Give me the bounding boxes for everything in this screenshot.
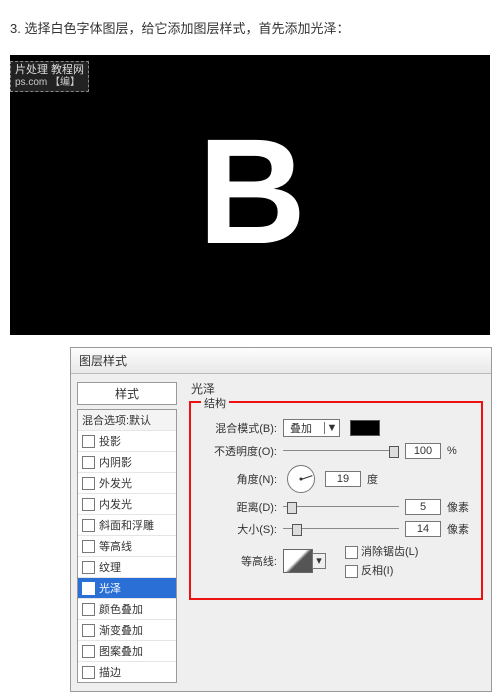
style-label: 内阴影 [99,454,132,470]
distance-row: 距离(D): 5 像素 [201,499,471,515]
angle-dial[interactable] [287,465,315,493]
style-item-color-overlay[interactable]: 颜色叠加 [78,599,176,620]
chevron-down-icon: ▾ [312,553,326,569]
style-item-gradient-overlay[interactable]: 渐变叠加 [78,620,176,641]
watermark-line1: 片处理 教程网 [15,64,84,77]
preview-letter: B [198,105,302,278]
styles-column: 样式 混合选项:默认 投影 内阴影 外发光 内发光 斜面和浮雕 等高线 纹理 光… [71,374,183,691]
blend-mode-row: 混合模式(B): 叠加 ▼ [201,419,471,437]
opacity-label: 不透明度(O): [201,443,277,459]
size-unit: 像素 [447,521,471,537]
style-item-texture[interactable]: 纹理 [78,557,176,578]
preview-canvas: 片处理 教程网 ps.com 【编】 B [10,55,490,335]
style-item-outer-glow[interactable]: 外发光 [78,473,176,494]
checkbox[interactable] [82,582,95,595]
distance-value[interactable]: 5 [405,499,441,515]
style-label: 颜色叠加 [99,601,143,617]
structure-label: 结构 [201,395,229,411]
style-label: 纹理 [99,559,121,575]
dialog-title: 图层样式 [71,348,491,374]
style-label: 描边 [99,664,121,680]
layer-style-dialog: 图层样式 样式 混合选项:默认 投影 内阴影 外发光 内发光 斜面和浮雕 等高线… [70,347,492,692]
style-label: 渐变叠加 [99,622,143,638]
checkbox[interactable] [82,435,95,448]
style-label: 内发光 [99,496,132,512]
style-item-bevel-emboss[interactable]: 斜面和浮雕 [78,515,176,536]
styles-list: 混合选项:默认 投影 内阴影 外发光 内发光 斜面和浮雕 等高线 纹理 光泽 颜… [77,409,177,683]
style-item-inner-glow[interactable]: 内发光 [78,494,176,515]
style-item-blending-options[interactable]: 混合选项:默认 [78,410,176,431]
chevron-down-icon: ▼ [324,422,339,434]
angle-value[interactable]: 19 [325,471,361,487]
size-value[interactable]: 14 [405,521,441,537]
size-label: 大小(S): [201,521,277,537]
opacity-row: 不透明度(O): 100 % [201,443,471,459]
checkbox[interactable] [82,603,95,616]
checkbox[interactable] [345,565,358,578]
style-item-satin[interactable]: 光泽 [78,578,176,599]
watermark: 片处理 教程网 ps.com 【编】 [10,61,89,92]
blend-mode-dropdown[interactable]: 叠加 ▼ [283,419,340,437]
angle-unit: 度 [367,471,391,487]
checkbox[interactable] [82,561,95,574]
distance-label: 距离(D): [201,499,277,515]
checkbox[interactable] [82,519,95,532]
style-item-inner-shadow[interactable]: 内阴影 [78,452,176,473]
checkbox[interactable] [82,456,95,469]
contour-picker[interactable]: ▾ [283,549,313,573]
style-label: 外发光 [99,475,132,491]
checkbox[interactable] [82,624,95,637]
contour-label: 等高线: [201,553,277,569]
style-item-drop-shadow[interactable]: 投影 [78,431,176,452]
checkbox[interactable] [345,546,358,559]
distance-slider[interactable] [283,501,399,513]
style-label: 投影 [99,433,121,449]
angle-row: 角度(N): 19 度 [201,465,471,493]
checkbox[interactable] [82,498,95,511]
opacity-value[interactable]: 100 [405,443,441,459]
distance-unit: 像素 [447,499,471,515]
contour-row: 等高线: ▾ 消除锯齿(L) 反相(I) [201,543,471,578]
invert-option[interactable]: 反相(I) [345,562,418,578]
opacity-unit: % [447,445,471,457]
size-slider[interactable] [283,523,399,535]
style-label: 光泽 [99,580,121,596]
invert-label: 反相(I) [361,565,393,577]
color-swatch[interactable] [350,420,380,436]
checkbox[interactable] [82,477,95,490]
checkbox[interactable] [82,666,95,679]
step-instruction: 3. 选择白色字体图层，给它添加图层样式，首先添加光泽： [10,18,490,37]
size-row: 大小(S): 14 像素 [201,521,471,537]
angle-label: 角度(N): [201,471,277,487]
styles-header: 样式 [77,382,177,405]
style-label: 图案叠加 [99,643,143,659]
settings-panel: 光泽 结构 混合模式(B): 叠加 ▼ 不透明度(O): 1 [183,374,491,691]
style-item-contour[interactable]: 等高线 [78,536,176,557]
watermark-line2: ps.com 【编】 [15,77,84,89]
checkbox[interactable] [82,540,95,553]
panel-title: 光泽 [191,380,483,397]
style-item-stroke[interactable]: 描边 [78,662,176,682]
antialias-option[interactable]: 消除锯齿(L) [345,543,418,559]
blend-mode-value: 叠加 [284,420,324,436]
style-label: 斜面和浮雕 [99,517,154,533]
opacity-slider[interactable] [283,445,399,457]
checkbox[interactable] [82,645,95,658]
structure-group: 结构 混合模式(B): 叠加 ▼ 不透明度(O): 100 % [189,401,483,600]
style-item-pattern-overlay[interactable]: 图案叠加 [78,641,176,662]
style-label: 等高线 [99,538,132,554]
style-label: 混合选项:默认 [82,412,151,428]
blend-mode-label: 混合模式(B): [201,420,277,436]
antialias-label: 消除锯齿(L) [361,546,418,558]
